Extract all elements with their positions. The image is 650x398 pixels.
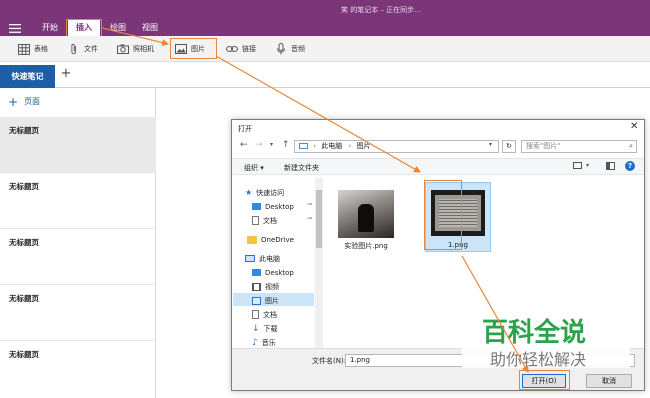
arrow-picture-to-file [215,55,422,173]
arrow-insert-to-picture [101,27,170,47]
guide-arrows [101,27,529,374]
arrow-file-to-open [461,255,529,374]
